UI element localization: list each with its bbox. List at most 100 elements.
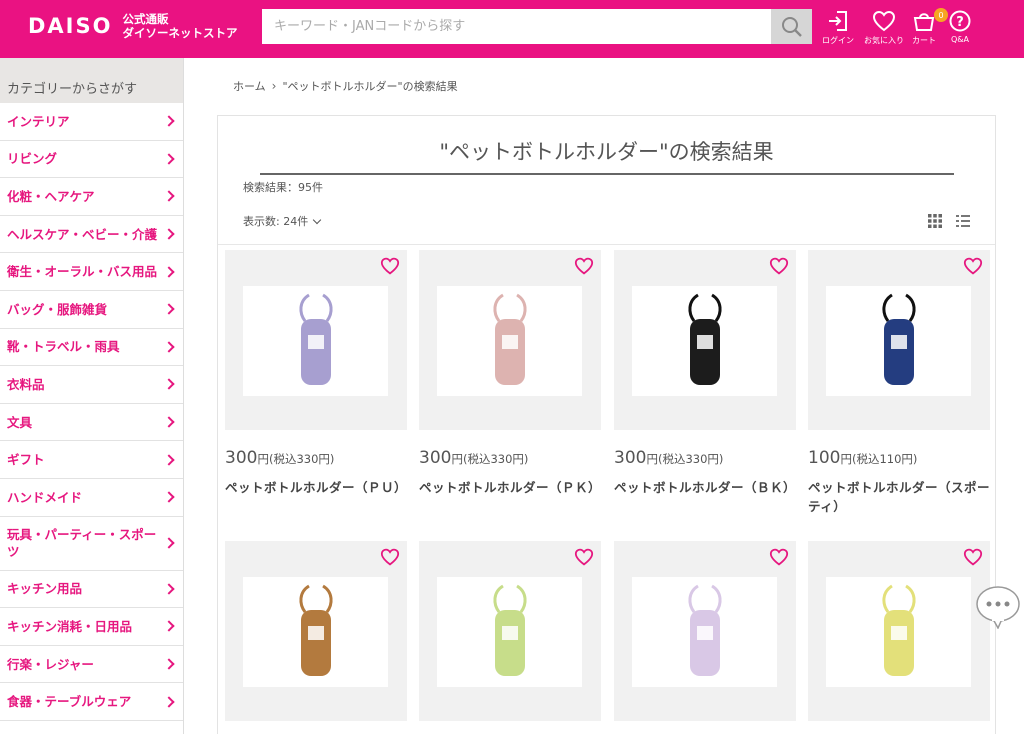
sidebar-item[interactable]: 靴・トラベル・雨具 [0, 329, 183, 367]
product-card[interactable] [419, 541, 601, 721]
title-divider [260, 173, 954, 175]
breadcrumb: ホーム › "ペットボトルホルダー"の検索結果 [233, 78, 458, 94]
result-count: 検索結果：95件 [243, 181, 323, 194]
favorite-heart-icon[interactable] [963, 548, 983, 566]
sidebar-item[interactable]: ヘルスケア・ベビー・介護 [0, 216, 183, 254]
product-image[interactable] [225, 541, 407, 721]
breadcrumb-home[interactable]: ホーム [233, 78, 266, 94]
product-card[interactable]: 300円(税込330円) ペットボトルホルダー（ＰＫ） [419, 250, 601, 497]
sidebar-item[interactable]: 衣料品 [0, 366, 183, 404]
logo-wordmark: DAISO [28, 14, 113, 38]
chevron-right-icon [163, 537, 175, 549]
sidebar-item[interactable]: 玩具・パーティー・スポーツ [0, 517, 183, 571]
product-name[interactable]: ペットボトルホルダー（スポーティ） [808, 478, 990, 516]
sidebar-item[interactable]: 衛生・オーラル・バス用品 [0, 253, 183, 291]
page-title: "ペットボトルホルダー"の検索結果 [439, 140, 774, 164]
logo-subtitle-line2: ダイソーネットストア [122, 26, 238, 40]
grid-view-icon[interactable] [927, 213, 943, 229]
sidebar-item[interactable]: 化粧・ヘアケア [0, 178, 183, 216]
search-input[interactable] [262, 9, 771, 44]
product-card[interactable]: 300円(税込330円) ペットボトルホルダー（ＢＫ） [614, 250, 796, 497]
product-image[interactable] [808, 541, 990, 721]
view-toggle [927, 213, 971, 229]
sidebar-item-label: キッチン消耗・日用品 [7, 618, 133, 634]
question-icon: ? [949, 10, 971, 32]
per-page-select[interactable]: 表示数: 24件 [243, 213, 322, 229]
price-value: 300 [225, 448, 258, 468]
chevron-right-icon [163, 190, 175, 203]
sidebar-item[interactable]: インテリア [0, 103, 183, 141]
sidebar-item[interactable]: ハンドメイド [0, 479, 183, 517]
category-sidebar: カテゴリーからさがす インテリアリビング化粧・ヘアケアヘルスケア・ベビー・介護衛… [0, 58, 184, 734]
sidebar-item-label: 衣料品 [7, 376, 45, 392]
login-link[interactable]: ログイン [822, 10, 854, 46]
favorites-link[interactable]: お気に入り [864, 10, 904, 46]
favorite-heart-icon[interactable] [769, 257, 789, 275]
chevron-right-icon [163, 583, 175, 595]
chevron-right-icon [163, 453, 175, 466]
product-card[interactable]: 300円(税込330円) ペットボトルホルダー（ＰＵ） [225, 250, 407, 497]
product-card[interactable] [614, 541, 796, 721]
product-photo-icon [881, 584, 916, 676]
price-unit: 円 [840, 452, 852, 466]
cart-icon [913, 13, 935, 31]
breadcrumb-separator-icon: › [271, 79, 277, 93]
category-list: インテリアリビング化粧・ヘアケアヘルスケア・ベビー・介護衛生・オーラル・バス用品… [0, 103, 183, 721]
price-unit: 円 [646, 452, 658, 466]
logo-subtitle-line1: 公式通販 [122, 12, 169, 26]
product-name[interactable]: ペットボトルホルダー（ＰＵ） [225, 478, 407, 497]
list-view-icon[interactable] [955, 213, 971, 229]
product-image[interactable] [614, 250, 796, 430]
chevron-right-icon [163, 115, 175, 127]
chevron-right-icon [163, 658, 175, 670]
qa-link[interactable]: ? Q&A [949, 10, 971, 44]
product-image[interactable] [225, 250, 407, 430]
site-header: DAISO 公式通販 ダイソーネットストア ログイン お気に入り カート 0 ?… [0, 0, 1024, 58]
sidebar-item-label: 化粧・ヘアケア [7, 188, 95, 204]
sidebar-item-label: 文具 [7, 414, 33, 430]
favorite-heart-icon[interactable] [769, 548, 789, 566]
product-image[interactable] [419, 541, 601, 721]
sidebar-item[interactable]: ギフト [0, 441, 183, 479]
product-image[interactable] [419, 250, 601, 430]
search-button[interactable] [771, 9, 812, 44]
cart-link[interactable]: カート 0 [912, 8, 948, 46]
favorite-heart-icon[interactable] [574, 257, 594, 275]
favorite-heart-icon[interactable] [380, 257, 400, 275]
price-tax: (税込330円) [268, 452, 335, 466]
sidebar-item[interactable]: キッチン用品 [0, 571, 183, 609]
product-image[interactable] [808, 250, 990, 430]
sidebar-item[interactable]: 行楽・レジャー [0, 646, 183, 684]
price-tax: (税込110円) [851, 452, 918, 466]
chat-button[interactable] [974, 585, 1022, 630]
product-name[interactable]: ペットボトルホルダー（ＰＫ） [419, 478, 601, 497]
sidebar-item[interactable]: バッグ・服飾雑貨 [0, 291, 183, 329]
sidebar-item[interactable]: 文具 [0, 404, 183, 442]
sidebar-heading: カテゴリーからさがす [0, 58, 183, 103]
site-logo[interactable]: DAISO 公式通販 ダイソーネットストア [28, 12, 237, 40]
product-name[interactable]: ペットボトルホルダー（ＢＫ） [614, 478, 796, 497]
chevron-right-icon [163, 416, 175, 428]
sidebar-item-label: 衛生・オーラル・バス用品 [7, 264, 158, 280]
chevron-right-icon [163, 620, 175, 633]
sidebar-item[interactable]: リビング [0, 141, 183, 179]
sidebar-item[interactable]: 食器・テーブルウェア [0, 683, 183, 721]
favorites-label: お気に入り [864, 36, 904, 45]
heart-icon [872, 10, 896, 32]
product-photo [243, 286, 388, 396]
favorite-heart-icon[interactable] [963, 257, 983, 275]
product-photo-icon [492, 584, 527, 676]
chevron-right-icon [163, 303, 175, 315]
chevron-right-icon [163, 378, 175, 391]
sidebar-item-label: リビング [7, 151, 58, 167]
product-card[interactable] [225, 541, 407, 721]
sidebar-item-label: インテリア [7, 113, 70, 129]
product-image[interactable] [614, 541, 796, 721]
favorite-heart-icon[interactable] [574, 548, 594, 566]
product-card[interactable]: 100円(税込110円) ペットボトルホルダー（スポーティ） [808, 250, 990, 516]
sidebar-item-label: ギフト [7, 452, 45, 468]
favorite-heart-icon[interactable] [380, 548, 400, 566]
product-photo-icon [687, 584, 722, 676]
product-card[interactable] [808, 541, 990, 721]
sidebar-item[interactable]: キッチン消耗・日用品 [0, 608, 183, 646]
